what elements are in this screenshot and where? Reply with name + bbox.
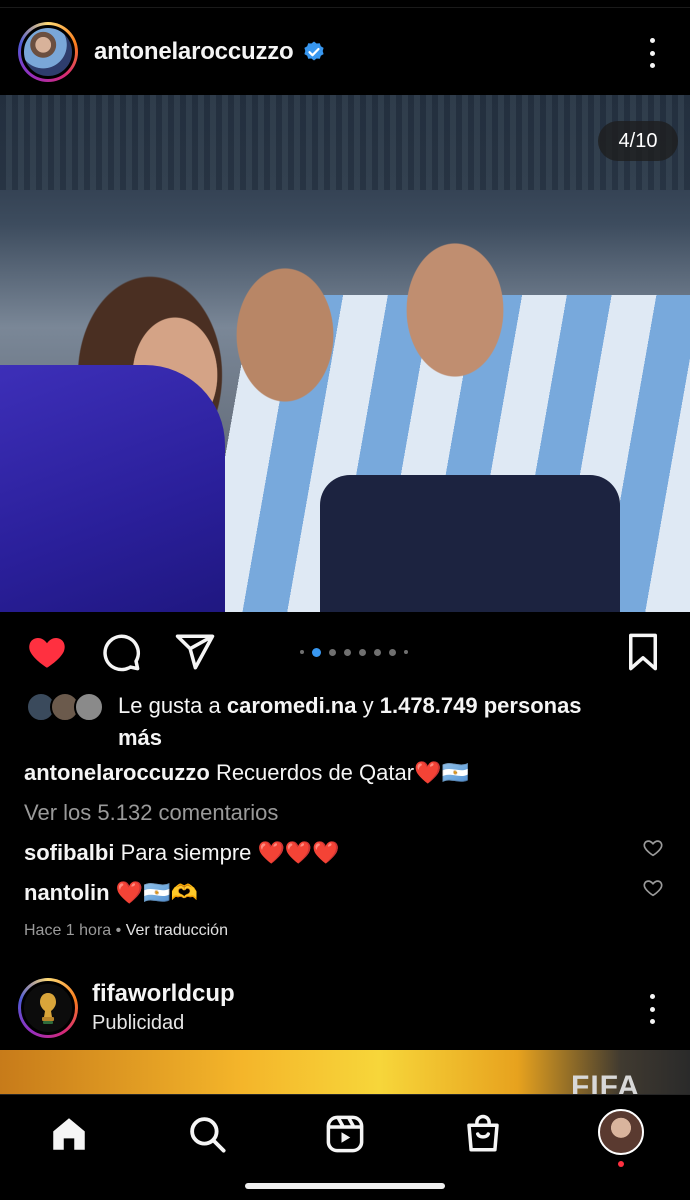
liker-username[interactable]: caromedi.na [227, 693, 357, 718]
ad-avatar[interactable] [18, 978, 78, 1038]
author-username[interactable]: antonelaroccuzzo [94, 38, 294, 66]
carousel-dot [389, 648, 396, 656]
verified-badge-icon [303, 41, 324, 61]
save-bookmark-icon[interactable] [622, 631, 664, 673]
reels-icon[interactable] [324, 1113, 366, 1155]
ad-post-header: fifaworldcup Publicidad [0, 972, 690, 1046]
liker-avatars [26, 692, 106, 726]
share-icon[interactable] [174, 631, 216, 673]
comment-like-icon[interactable] [642, 837, 664, 859]
shop-icon[interactable] [462, 1113, 504, 1155]
post-actions [0, 625, 690, 681]
carousel-dot [300, 650, 304, 654]
bottom-nav [0, 1094, 690, 1200]
post-header: antonelaroccuzzo [0, 10, 690, 94]
ad-image-text: FIFA [571, 1070, 640, 1094]
notification-dot [618, 1161, 624, 1167]
comment-icon[interactable] [100, 631, 142, 673]
caption-username[interactable]: antonelaroccuzzo [24, 760, 210, 785]
likes-text: Le gusta a caromedi.na y 1.478.749 perso… [118, 693, 582, 750]
likes-summary[interactable]: Le gusta a caromedi.na y 1.478.749 perso… [26, 690, 666, 754]
comment-username[interactable]: nantolin [24, 880, 110, 905]
liker-avatar [74, 692, 104, 722]
status-bar-edge [0, 0, 690, 8]
comment-row: nantolin ❤️🇦🇷🫶 [24, 878, 198, 908]
view-comments-link[interactable]: Ver los 5.132 comentarios [24, 800, 278, 826]
comment-text: ❤️🇦🇷🫶 [115, 880, 198, 905]
sponsored-label: Publicidad [92, 1012, 185, 1034]
carousel-dot [359, 648, 366, 656]
comment-row: sofibalbi Para siempre ❤️❤️❤️ [24, 838, 340, 868]
comment-username[interactable]: sofibalbi [24, 840, 114, 865]
post-meta: Hace 1 hora • Ver traducción [24, 922, 228, 939]
home-indicator [245, 1183, 445, 1189]
likes-count[interactable]: 1.478.749 personas [380, 693, 582, 718]
carousel-dot [404, 650, 408, 654]
carousel-indicator [300, 647, 408, 657]
translate-link[interactable]: Ver traducción [126, 922, 228, 939]
post-time: Hace 1 hora [24, 922, 112, 939]
carousel-dot [344, 648, 351, 656]
carousel-dot [374, 648, 381, 656]
home-icon[interactable] [48, 1113, 90, 1155]
post-caption: antonelaroccuzzo Recuerdos de Qatar❤️🇦🇷 [24, 758, 469, 788]
search-icon[interactable] [186, 1113, 228, 1155]
profile-avatar[interactable] [598, 1109, 644, 1155]
like-heart-icon[interactable] [26, 631, 68, 673]
photo-counter: 4/10 [598, 121, 678, 161]
comment-text: Para siempre ❤️❤️❤️ [120, 840, 340, 865]
ad-username[interactable]: fifaworldcup [92, 980, 235, 1008]
world-cup-trophy-icon [40, 993, 56, 1024]
ad-options-icon[interactable] [642, 994, 662, 1024]
caption-text: Recuerdos de Qatar❤️🇦🇷 [215, 760, 469, 785]
comment-like-icon[interactable] [642, 877, 664, 899]
author-avatar[interactable] [18, 22, 78, 82]
post-options-icon[interactable] [642, 38, 662, 68]
carousel-dot-active [312, 647, 321, 657]
ad-image[interactable]: FIFA [0, 1050, 690, 1094]
post-photo[interactable]: 4/10 [0, 95, 690, 612]
carousel-dot [329, 648, 336, 656]
